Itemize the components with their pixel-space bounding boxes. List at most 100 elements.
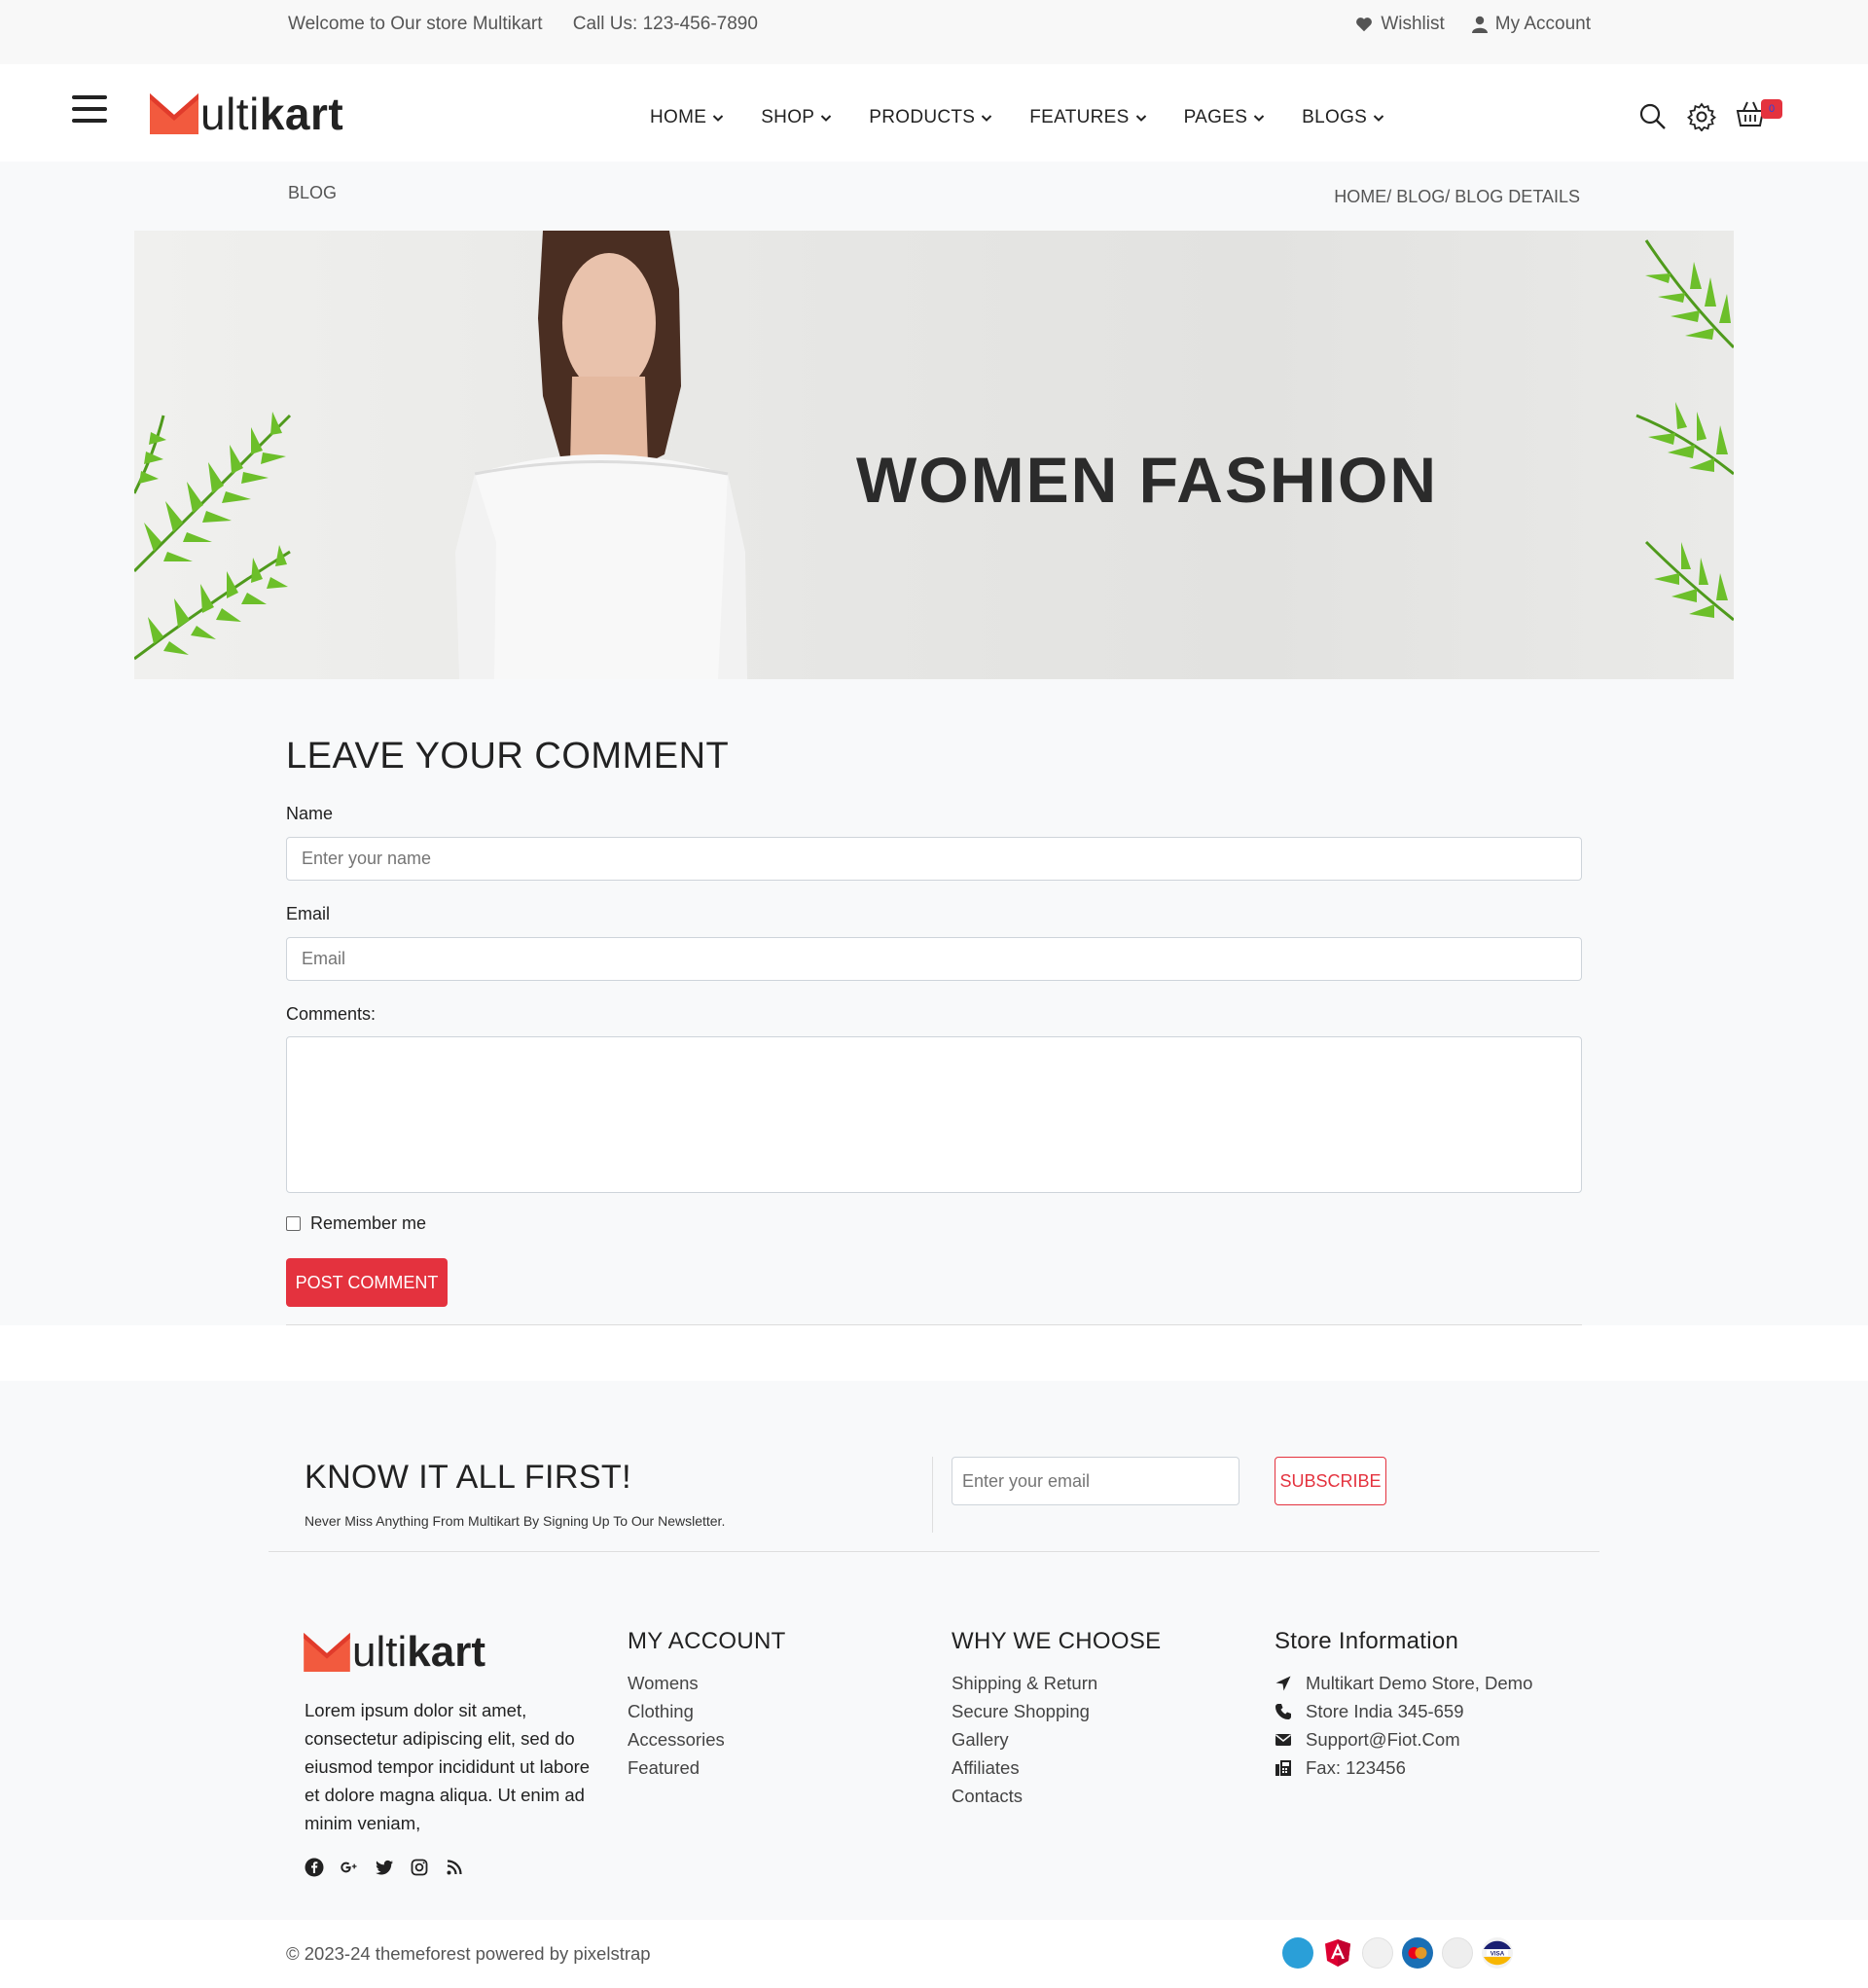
nav-label: PRODUCTS: [869, 107, 976, 127]
newsletter-title: KNOW IT ALL FIRST!: [305, 1459, 631, 1496]
chevron-down-icon: [712, 115, 724, 122]
checkbox-box[interactable]: [286, 1216, 301, 1231]
gear-icon[interactable]: [1687, 101, 1716, 131]
page-title: BLOG: [288, 183, 338, 202]
remember-me-checkbox[interactable]: Remember me: [286, 1213, 426, 1234]
footer: KNOW IT ALL FIRST! Never Miss Anything F…: [0, 1381, 1868, 1920]
discover-icon: [1362, 1937, 1393, 1969]
nav-item-pages[interactable]: PAGES: [1184, 107, 1266, 128]
logo-text-bold: kart: [259, 89, 344, 139]
paypal-icon: [1442, 1937, 1473, 1969]
nav-label: BLOGS: [1302, 107, 1368, 127]
footer-link[interactable]: Shipping & Return: [952, 1669, 1161, 1697]
top-bar: Welcome to Our store Multikart Call Us: …: [0, 0, 1868, 64]
subscribe-button[interactable]: SUBSCRIBE: [1275, 1457, 1386, 1505]
twitter-icon[interactable]: [375, 1858, 394, 1877]
nav-item-products[interactable]: PRODUCTS: [869, 107, 992, 128]
location-arrow-icon: [1275, 1676, 1291, 1690]
fern-leaves-right-icon: [1635, 239, 1734, 622]
wishlist-link[interactable]: Wishlist: [1355, 14, 1445, 35]
comments-textarea[interactable]: [286, 1036, 1582, 1193]
american-express-icon: [1282, 1937, 1313, 1969]
hamburger-icon-line: [72, 119, 107, 123]
post-comment-button[interactable]: POST COMMENT: [286, 1258, 448, 1307]
cart-button[interactable]: 0: [1736, 99, 1782, 133]
main-nav: HOME SHOP PRODUCTS FEATURES PAGES BLOGS: [650, 107, 1384, 128]
banner-headline: WOMEN FASHION: [856, 444, 1438, 516]
nav-label: PAGES: [1183, 107, 1248, 127]
store-phone: Store India 345-659: [1275, 1697, 1532, 1725]
nav-label: HOME: [650, 107, 707, 127]
footer-logo[interactable]: ultikart: [304, 1628, 485, 1677]
blog-banner-image: WOMEN FASHION: [134, 231, 1734, 679]
newsletter-email-input[interactable]: [952, 1457, 1239, 1505]
chevron-down-icon: [1373, 115, 1384, 122]
payment-methods: VISA: [1282, 1937, 1513, 1969]
envelope-icon: [1275, 1733, 1291, 1746]
fern-leaves-left-icon: [134, 412, 292, 661]
nav-item-features[interactable]: FEATURES: [1029, 107, 1146, 128]
nav-label: FEATURES: [1029, 107, 1130, 127]
top-bar-right: Wishlist My Account: [1355, 14, 1591, 35]
footer-bottom-bar: © 2023-24 themeforest powered by pixelst…: [0, 1920, 1868, 1988]
my-account-label: My Account: [1494, 14, 1591, 34]
mastercard-icon: [1402, 1937, 1433, 1969]
footer-link[interactable]: Featured: [628, 1753, 786, 1782]
chevron-down-icon: [1135, 115, 1146, 122]
footer-link[interactable]: Secure Shopping: [952, 1697, 1161, 1725]
logo-m-mark: [150, 93, 198, 134]
welcome-text: Welcome to Our store Multikart: [288, 14, 543, 34]
chevron-down-icon: [821, 115, 832, 122]
angular-icon: [1325, 1939, 1350, 1967]
footer-link[interactable]: Contacts: [952, 1782, 1161, 1810]
divider: [286, 1324, 1582, 1325]
fax-icon: [1275, 1759, 1291, 1776]
footer-link[interactable]: Clothing: [628, 1697, 786, 1725]
comments-label: Comments:: [286, 1004, 377, 1024]
footer-col-my-account: MY ACCOUNT Womens Clothing Accessories F…: [628, 1628, 786, 1782]
nav-label: SHOP: [761, 107, 815, 127]
footer-about-text: Lorem ipsum dolor sit amet, consectetur …: [305, 1700, 591, 1833]
logo-text: ultikart: [200, 88, 343, 140]
top-bar-left: Welcome to Our store Multikart Call Us: …: [288, 14, 783, 35]
store-email-text[interactable]: Support@Fiot.Com: [1306, 1725, 1460, 1753]
footer-col-title: MY ACCOUNT: [628, 1628, 786, 1654]
search-icon[interactable]: [1638, 102, 1668, 131]
my-account-link[interactable]: My Account: [1471, 14, 1591, 35]
footer-link[interactable]: Womens: [628, 1669, 786, 1697]
footer-link[interactable]: Affiliates: [952, 1753, 1161, 1782]
footer-link[interactable]: Gallery: [952, 1725, 1161, 1753]
store-email: Support@Fiot.Com: [1275, 1725, 1532, 1753]
menu-toggle-button[interactable]: [72, 95, 107, 125]
comment-form: LEAVE YOUR COMMENT Name Email Comments: …: [286, 736, 1582, 1325]
email-field[interactable]: [286, 937, 1582, 981]
footer-link[interactable]: Accessories: [628, 1725, 786, 1753]
comment-form-title: LEAVE YOUR COMMENT: [286, 736, 730, 777]
copyright-text: © 2023-24 themeforest powered by pixelst…: [286, 1943, 651, 1964]
nav-item-shop[interactable]: SHOP: [761, 107, 832, 128]
remember-me-label: Remember me: [310, 1213, 427, 1233]
footer-col-title: WHY WE CHOOSE: [952, 1628, 1162, 1654]
chevron-down-icon: [982, 115, 992, 122]
model-photo: [455, 231, 747, 679]
facebook-icon[interactable]: [305, 1858, 324, 1877]
instagram-icon[interactable]: [410, 1858, 429, 1877]
store-fax-text: Fax: 123456: [1306, 1757, 1406, 1778]
logo-text-bold: kart: [407, 1628, 485, 1676]
visa-icon: VISA: [1482, 1937, 1513, 1969]
breadcrumb[interactable]: HOME/ BLOG/ BLOG DETAILS: [1334, 187, 1580, 207]
email-label: Email: [286, 904, 331, 923]
name-field[interactable]: [286, 837, 1582, 881]
divider: [269, 1551, 1599, 1552]
rss-icon[interactable]: [445, 1858, 464, 1877]
nav-item-home[interactable]: HOME: [650, 107, 724, 128]
header-icons: 0: [1638, 99, 1782, 133]
logo-m-mark: [304, 1633, 350, 1672]
logo-text-light: ulti: [200, 89, 260, 139]
store-address-text: Multikart Demo Store, Demo: [1306, 1673, 1533, 1693]
google-plus-icon[interactable]: [340, 1858, 359, 1877]
nav-item-blogs[interactable]: BLOGS: [1302, 107, 1384, 128]
site-logo[interactable]: ultikart: [150, 88, 343, 140]
divider: [932, 1457, 933, 1533]
footer-col-store-information: Store Information Multikart Demo Store, …: [1275, 1628, 1532, 1782]
